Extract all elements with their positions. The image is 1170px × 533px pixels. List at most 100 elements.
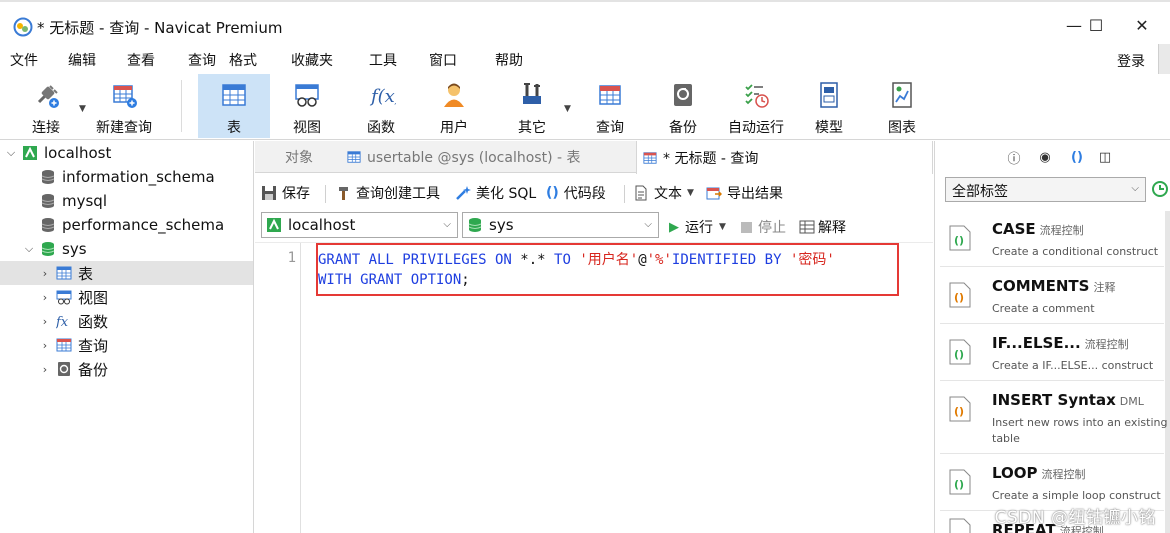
line-number-gutter: 1 xyxy=(255,243,301,533)
expand-arrow-icon[interactable]: › xyxy=(38,339,52,352)
tool-new-query-label: 新建查询 xyxy=(96,120,152,136)
tree-item-queries[interactable]: › 查询 xyxy=(0,333,253,357)
snippet-title: CASE 流程控制 xyxy=(992,220,1084,238)
beautify-sql-button[interactable]: 美化 SQL xyxy=(455,183,536,203)
tool-view-button[interactable]: 视图 xyxy=(286,74,328,138)
info-icon[interactable]: ⓘ xyxy=(1005,148,1023,167)
menu-file[interactable]: 文件 xyxy=(10,50,38,70)
tag-filter-select[interactable]: 全部标签 ⌵ xyxy=(945,177,1146,202)
snippet-item-comments[interactable]: () COMMENTS 注释 Create a comment xyxy=(940,268,1164,324)
tool-table-button[interactable]: 表 xyxy=(198,74,270,138)
tab-query[interactable]: * 无标题 - 查询 xyxy=(636,141,933,174)
explain-button[interactable]: 解释 xyxy=(799,217,846,237)
expand-arrow-icon[interactable]: › xyxy=(38,363,52,376)
tree-item-functions[interactable]: › fx 函数 xyxy=(0,309,253,333)
snippet-panel: ⓘ ◉ () ◫ 全部标签 ⌵ () CASE 流程控制 Create a con… xyxy=(934,141,1170,533)
add-snippet-icon[interactable] xyxy=(1151,179,1170,199)
menu-format[interactable]: 格式 xyxy=(229,50,257,70)
expand-arrow-icon[interactable]: › xyxy=(38,315,52,328)
tree-item-views[interactable]: › 视图 xyxy=(0,285,253,309)
query-icon xyxy=(56,338,72,352)
text-dropdown-icon[interactable]: ▼ xyxy=(687,188,694,198)
connection-select-value: localhost xyxy=(288,216,356,234)
run-button[interactable]: ▶ 运行 ▼ xyxy=(669,217,726,237)
snippet-title-text: CASE xyxy=(992,220,1036,238)
save-button[interactable]: 保存 xyxy=(261,183,310,203)
expand-arrow-icon[interactable]: › xyxy=(38,267,52,280)
collapse-arrow-icon[interactable]: ⌵ xyxy=(4,146,18,160)
snippet-title-text: LOOP xyxy=(992,464,1038,482)
menu-favorites[interactable]: 收藏夹 xyxy=(291,50,333,70)
tool-function-button[interactable]: f(x) 函数 xyxy=(360,74,402,138)
database-active-icon xyxy=(41,242,55,256)
stop-icon xyxy=(741,221,752,233)
svg-text:f(x): f(x) xyxy=(369,86,396,107)
tool-chart-button[interactable]: 图表 xyxy=(881,74,923,138)
tree-item-localhost[interactable]: ⌵ localhost xyxy=(0,141,253,165)
tool-user-button[interactable]: 用户 xyxy=(433,74,475,138)
tool-model-button[interactable]: 模型 xyxy=(808,74,850,138)
code-snippet-button[interactable]: () 代码段 xyxy=(546,183,606,203)
login-link[interactable]: 登录 xyxy=(1117,51,1145,71)
snippet-title-text: COMMENTS xyxy=(992,277,1090,295)
snippet-item-insert[interactable]: () INSERT Syntax DML Insert new rows into… xyxy=(940,382,1167,454)
columns-icon[interactable]: ◫ xyxy=(1096,148,1114,166)
connection-select[interactable]: localhost ⌵ xyxy=(261,212,458,238)
menu-bar: 文件 编辑 查看 查询 格式 收藏夹 工具 窗口 帮助 登录 xyxy=(0,44,1170,76)
maximize-button[interactable]: ☐ xyxy=(1074,10,1118,40)
menu-help[interactable]: 帮助 xyxy=(495,50,523,70)
tree-item-information-schema[interactable]: information_schema xyxy=(0,165,253,189)
backup-icon xyxy=(674,84,692,106)
code-snippet-label: 代码段 xyxy=(563,186,606,202)
svg-text:(): () xyxy=(954,405,964,418)
expand-arrow-icon[interactable]: › xyxy=(38,291,52,304)
snippet-description: Create a IF...ELSE... construct xyxy=(992,359,1154,372)
menu-view[interactable]: 查看 xyxy=(127,50,155,70)
tree-item-label: 备份 xyxy=(78,360,109,379)
stop-button[interactable]: 停止 xyxy=(741,217,786,237)
tree-item-mysql[interactable]: mysql xyxy=(0,189,253,213)
tool-other-button[interactable]: 其它 xyxy=(511,74,553,138)
database-select-value: sys xyxy=(489,216,514,234)
tree-item-tables[interactable]: › 表 xyxy=(0,261,253,285)
menu-edit[interactable]: 编辑 xyxy=(68,50,96,70)
menu-scroll-handle[interactable] xyxy=(1158,44,1170,76)
menu-tools[interactable]: 工具 xyxy=(369,50,397,70)
tool-connect-button[interactable]: 连接 xyxy=(22,74,70,138)
sql-editor[interactable]: 1 GRANT ALL PRIVILEGES ON *.* TO '用户名'@'… xyxy=(255,242,933,533)
tree-item-label: sys xyxy=(62,240,87,258)
stop-label: 停止 xyxy=(758,220,786,236)
tool-automation-button[interactable]: 自动运行 xyxy=(724,74,788,138)
collapse-arrow-icon[interactable]: ⌵ xyxy=(22,242,36,256)
magic-wand-icon xyxy=(456,186,471,200)
snippet-item-case[interactable]: () CASE 流程控制 Create a conditional constru… xyxy=(940,211,1164,267)
tool-backup-button[interactable]: 备份 xyxy=(662,74,704,138)
tree-item-sys[interactable]: ⌵ sys xyxy=(0,237,253,261)
tool-new-query-button[interactable]: 新建查询 xyxy=(92,74,156,138)
tree-item-performance-schema[interactable]: performance_schema xyxy=(0,213,253,237)
menu-window[interactable]: 窗口 xyxy=(429,50,457,70)
connect-dropdown-icon[interactable]: ▼ xyxy=(79,104,86,114)
tree-item-backups[interactable]: › 备份 xyxy=(0,357,253,381)
code-snippet-icon[interactable]: () xyxy=(1068,148,1086,166)
menu-query[interactable]: 查询 xyxy=(188,50,216,70)
run-dropdown-icon[interactable]: ▼ xyxy=(719,222,726,232)
tool-view-label: 视图 xyxy=(293,120,321,136)
table-icon xyxy=(222,84,246,106)
tab-objects[interactable]: 对象 xyxy=(279,141,319,173)
export-results-button[interactable]: 导出结果 xyxy=(706,183,783,203)
tool-query-button[interactable]: 查询 xyxy=(589,74,631,138)
svg-text:fx: fx xyxy=(56,315,69,329)
snippet-tag: DML xyxy=(1119,395,1144,408)
snippet-item-if-else[interactable]: () IF...ELSE... 流程控制 Create a IF...ELSE..… xyxy=(940,325,1164,381)
tab-usertable[interactable]: usertable @sys (localhost) - 表 xyxy=(341,141,587,173)
query-builder-button[interactable]: 查询创建工具 xyxy=(335,183,440,203)
svg-text:(): () xyxy=(954,348,964,361)
eye-icon[interactable]: ◉ xyxy=(1036,148,1054,166)
tree-item-label: 查询 xyxy=(78,336,109,355)
text-mode-button[interactable]: 文本 ▼ xyxy=(633,183,694,203)
tab-label: usertable @sys (localhost) - 表 xyxy=(367,150,581,166)
database-select[interactable]: sys ⌵ xyxy=(462,212,659,238)
other-dropdown-icon[interactable]: ▼ xyxy=(564,104,571,114)
close-button[interactable]: ✕ xyxy=(1120,10,1164,40)
